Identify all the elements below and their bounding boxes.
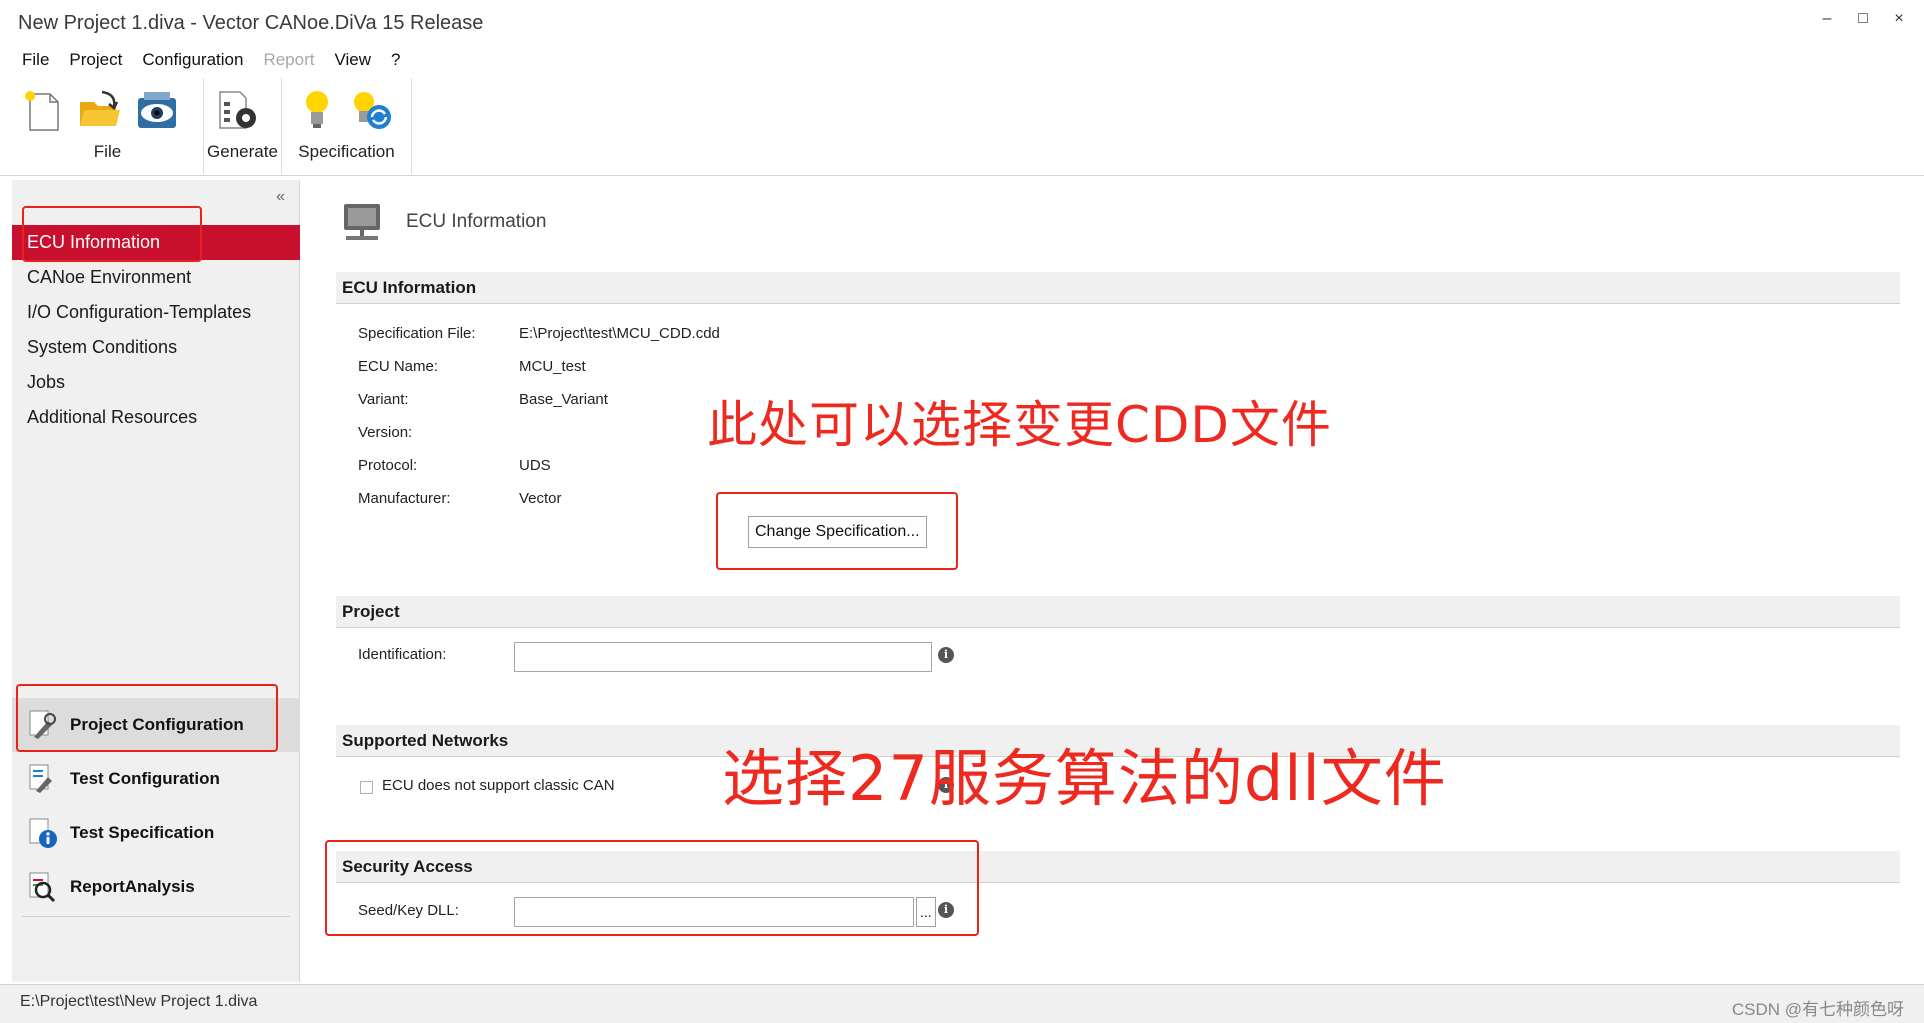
field-value-protocol: UDS: [519, 457, 551, 474]
test-specification-icon: [29, 818, 57, 848]
page-title: ECU Information: [406, 211, 547, 232]
menu-bar: File Project Configuration Report View ?: [0, 46, 1924, 74]
ribbon-group-generate: Generate: [204, 78, 282, 174]
menu-help[interactable]: ?: [381, 46, 410, 74]
nav-test-configuration-label: Test Configuration: [70, 769, 220, 788]
nav-project-configuration[interactable]: Project Configuration: [12, 698, 300, 752]
view-eye-icon[interactable]: [134, 88, 180, 134]
field-label: Variant:: [358, 391, 409, 408]
main-panel: ECU Information ECU Information Specific…: [300, 180, 1924, 982]
field-label: Identification:: [358, 646, 447, 663]
project-configuration-icon: [29, 710, 56, 739]
identification-info-icon[interactable]: i: [938, 647, 954, 663]
field-label: Specification File:: [358, 325, 476, 342]
field-seed-key-dll: Seed/Key DLL:: [358, 902, 518, 919]
menu-file[interactable]: File: [12, 46, 59, 74]
page-header: ECU Information: [340, 200, 546, 244]
browse-dll-button[interactable]: ...: [916, 897, 936, 927]
sidebar: « ECU Information CANoe Environment I/O …: [12, 180, 300, 982]
ribbon: File Generate Specification: [0, 78, 1924, 176]
field-specification-file: Specification File:: [358, 325, 518, 342]
maximize-button[interactable]: □: [1856, 10, 1870, 28]
field-value-manufacturer: Vector: [519, 490, 562, 507]
identification-input[interactable]: [514, 642, 932, 672]
field-value-variant: Base_Variant: [519, 391, 608, 408]
window-title: New Project 1.diva - Vector CANoe.DiVa 1…: [18, 12, 484, 34]
field-label: Manufacturer:: [358, 490, 451, 507]
nav-item-ecu-information[interactable]: ECU Information: [12, 225, 300, 260]
status-path: E:\Project\test\New Project 1.diva: [20, 993, 258, 1010]
ribbon-group-specification: Specification: [282, 78, 412, 174]
nav-item-io-configuration-templates[interactable]: I/O Configuration-Templates: [12, 295, 300, 330]
section-project: Project: [336, 596, 1900, 628]
report-analysis-icon: [29, 872, 56, 903]
annotation-dll: 选择27服务算法的dll文件: [722, 742, 1447, 815]
section-security-access: Security Access: [336, 851, 1900, 883]
status-bar: E:\Project\test\New Project 1.diva CSDN …: [0, 984, 1924, 1023]
bottom-nav: Project Configuration Test Configuration…: [12, 698, 300, 914]
menu-project[interactable]: Project: [59, 46, 132, 74]
ribbon-group-generate-label: Generate: [207, 142, 278, 161]
menu-view[interactable]: View: [324, 46, 381, 74]
nav-test-configuration[interactable]: Test Configuration: [12, 752, 300, 806]
lightbulb-refresh-icon[interactable]: [348, 88, 394, 134]
change-specification-button[interactable]: Change Specification...: [748, 516, 927, 548]
field-version: Version:: [358, 424, 518, 441]
section-ecu-information: ECU Information: [336, 272, 1900, 304]
seed-key-info-icon[interactable]: i: [938, 902, 954, 918]
close-button[interactable]: ×: [1892, 10, 1906, 28]
annotation-cdd: 此处可以选择变更CDD文件: [707, 396, 1332, 454]
test-configuration-icon: [29, 764, 52, 793]
field-label: Seed/Key DLL:: [358, 902, 459, 919]
new-file-icon[interactable]: [20, 88, 66, 134]
title-bar: New Project 1.diva - Vector CANoe.DiVa 1…: [0, 0, 1924, 46]
minimize-button[interactable]: –: [1820, 10, 1834, 28]
menu-report[interactable]: Report: [253, 46, 324, 74]
nav-item-canoe-environment[interactable]: CANoe Environment: [12, 260, 300, 295]
field-ecu-name: ECU Name:: [358, 358, 518, 375]
watermark: CSDN @有七种颜色呀: [1731, 1000, 1904, 1019]
field-label: ECU Name:: [358, 358, 439, 375]
nav-report-analysis[interactable]: ReportAnalysis: [12, 860, 300, 914]
field-value-specification-file: E:\Project\test\MCU_CDD.cdd: [519, 325, 720, 342]
field-variant: Variant:: [358, 391, 518, 408]
field-identification: Identification:: [358, 646, 518, 663]
seed-key-dll-input[interactable]: [514, 897, 914, 927]
nav-list: ECU Information CANoe Environment I/O Co…: [12, 225, 300, 435]
field-manufacturer: Manufacturer:: [358, 490, 518, 507]
open-folder-icon[interactable]: [76, 88, 122, 134]
nav-test-specification[interactable]: Test Specification: [12, 806, 300, 860]
nav-test-specification-label: Test Specification: [70, 823, 215, 842]
menu-configuration[interactable]: Configuration: [132, 46, 253, 74]
field-protocol: Protocol:: [358, 457, 518, 474]
collapse-sidebar-icon[interactable]: «: [276, 188, 285, 206]
nav-report-analysis-label: ReportAnalysis: [70, 877, 195, 896]
ecu-monitor-icon: [344, 204, 380, 240]
lightbulb-icon[interactable]: [294, 88, 340, 134]
sidebar-divider: [22, 916, 290, 917]
nav-item-system-conditions[interactable]: System Conditions: [12, 330, 300, 365]
ribbon-group-file: File: [12, 78, 204, 174]
nav-item-additional-resources[interactable]: Additional Resources: [12, 400, 300, 435]
field-label: Protocol:: [358, 457, 418, 474]
nav-item-jobs[interactable]: Jobs: [12, 365, 300, 400]
field-value-ecu-name: MCU_test: [519, 358, 586, 375]
window-controls: – □ ×: [1820, 10, 1906, 28]
ribbon-group-file-label: File: [93, 142, 122, 161]
generate-gear-icon[interactable]: [214, 88, 260, 134]
ribbon-group-specification-label: Specification: [298, 142, 395, 161]
field-label: Version:: [358, 424, 413, 441]
no-classic-can-checkbox[interactable]: [360, 781, 373, 794]
nav-project-configuration-label: Project Configuration: [70, 715, 244, 734]
no-classic-can-label: ECU does not support classic CAN: [382, 777, 615, 794]
